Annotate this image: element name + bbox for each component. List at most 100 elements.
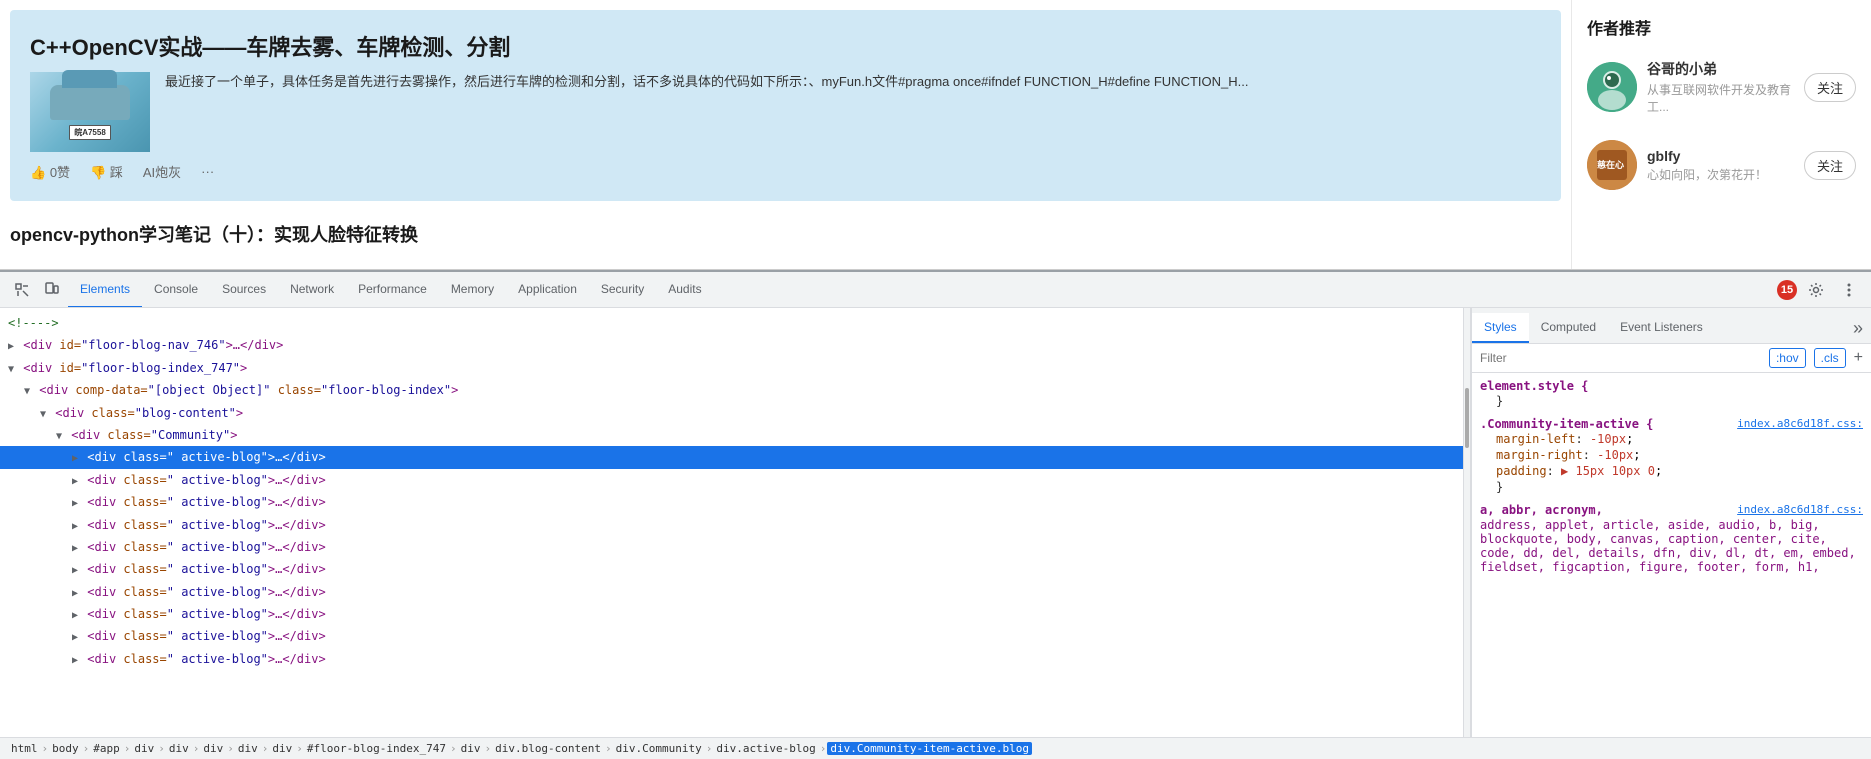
tab-memory[interactable]: Memory xyxy=(439,272,506,307)
tab-audits[interactable]: Audits xyxy=(656,272,713,307)
dom-scrollbar[interactable] xyxy=(1463,308,1471,737)
bc-blog-content[interactable]: div.blog-content xyxy=(492,742,604,755)
dom-line-nav[interactable]: ▶ <div id="floor-blog-nav_746">…</div> xyxy=(0,334,1463,356)
bc-div2[interactable]: div xyxy=(166,742,192,755)
devtools-right-controls: 15 xyxy=(1777,276,1863,304)
article-excerpt: 最近接了一个单子，具体任务是首先进行去雾操作，然后进行车牌的检测和分割，话不多说… xyxy=(165,72,1248,93)
follow-btn-0[interactable]: 关注 xyxy=(1804,73,1856,102)
tab-network[interactable]: Network xyxy=(278,272,346,307)
article-card-1[interactable]: C++OpenCV实战——车牌去雾、车牌检测、分割 皖A7558 最近接了一个单… xyxy=(10,10,1561,201)
collapse-ab1[interactable]: ▶ xyxy=(72,476,78,487)
dom-line-active-blog-6[interactable]: ▶ <div class=" active-blog">…</div> xyxy=(0,581,1463,603)
collapse-ab8[interactable]: ▶ xyxy=(72,632,78,643)
collapse-ab6[interactable]: ▶ xyxy=(72,588,78,599)
tab-sources[interactable]: Sources xyxy=(210,272,278,307)
css-source-link-generic[interactable]: index.a8c6d18f.css: xyxy=(1737,503,1863,516)
css-rule-selector-element: element.style { xyxy=(1480,379,1863,393)
dom-panel[interactable]: <!----> ▶ <div id="floor-blog-nav_746">…… xyxy=(0,308,1463,737)
styles-tab-computed[interactable]: Computed xyxy=(1529,313,1608,343)
car-top xyxy=(62,70,117,88)
bc-floor[interactable]: #floor-blog-index_747 xyxy=(304,742,449,755)
more-btn[interactable]: ··· xyxy=(201,164,214,179)
styles-tab-styles[interactable]: Styles xyxy=(1472,313,1529,343)
styles-pseudo-btn[interactable]: :hov xyxy=(1769,348,1806,368)
dom-line-active-blog-4[interactable]: ▶ <div class=" active-blog">…</div> xyxy=(0,536,1463,558)
css-prop-padding: padding: ▶ 15px 10px 0; xyxy=(1480,463,1863,479)
css-rule-close-community: } xyxy=(1480,479,1863,495)
dom-line-active-blog-3[interactable]: ▶ <div class=" active-blog">…</div> xyxy=(0,514,1463,536)
car-shape xyxy=(50,85,130,120)
styles-add-btn[interactable]: + xyxy=(1854,349,1863,367)
scrollbar-thumb xyxy=(1465,388,1469,448)
dom-line-active-blog-7[interactable]: ▶ <div class=" active-blog">…</div> xyxy=(0,603,1463,625)
tab-security[interactable]: Security xyxy=(589,272,656,307)
dom-line-comp[interactable]: ▼ <div comp-data="[object Object]" class… xyxy=(0,379,1463,401)
bc-active-blog[interactable]: div.active-blog xyxy=(713,742,818,755)
inspect-element-btn[interactable] xyxy=(8,276,36,304)
styles-tab-event-listeners[interactable]: Event Listeners xyxy=(1608,313,1715,343)
dom-line-index[interactable]: ▼ <div id="floor-blog-index_747"> xyxy=(0,357,1463,379)
collapse-ab7[interactable]: ▶ xyxy=(72,610,78,621)
bc-div3[interactable]: div xyxy=(200,742,226,755)
bc-div5[interactable]: div xyxy=(269,742,295,755)
author-avatar-1: 慈在心 xyxy=(1587,140,1637,190)
collapse-arrow-bc[interactable]: ▼ xyxy=(40,409,46,420)
collapse-ab5[interactable]: ▶ xyxy=(72,565,78,576)
dom-line-active-blog-0[interactable]: ▶ <div class=" active-blog">…</div> xyxy=(0,446,1463,468)
collapse-ab9[interactable]: ▶ xyxy=(72,655,78,666)
styles-cls-btn[interactable]: .cls xyxy=(1814,348,1846,368)
author-card-1: 慈在心 gblfy 心如向阳，次第花开！ 关注 xyxy=(1587,135,1856,195)
styles-filter-input[interactable] xyxy=(1480,351,1761,365)
css-rule-generic-extra: address, applet, article, aside, audio, … xyxy=(1480,517,1863,575)
bc-html[interactable]: html xyxy=(8,742,41,755)
bc-community-item-active[interactable]: div.Community-item-active.blog xyxy=(827,742,1032,755)
collapse-ab3[interactable]: ▶ xyxy=(72,521,78,532)
dom-line-comment[interactable]: <!----> xyxy=(0,312,1463,334)
bc-div1[interactable]: div xyxy=(131,742,157,755)
tab-console[interactable]: Console xyxy=(142,272,210,307)
css-rule-community: .Community-item-active { index.a8c6d18f.… xyxy=(1480,417,1863,495)
bc-app[interactable]: #app xyxy=(90,742,123,755)
bc-div4[interactable]: div xyxy=(235,742,261,755)
more-options-btn[interactable] xyxy=(1835,276,1863,304)
bc-community[interactable]: div.Community xyxy=(613,742,705,755)
collapse-ab4[interactable]: ▶ xyxy=(72,543,78,554)
author-desc-0: 从事互联网软件开发及教育工... xyxy=(1647,81,1794,115)
styles-filter-bar: :hov .cls + xyxy=(1472,344,1871,373)
dom-line-active-blog-1[interactable]: ▶ <div class=" active-blog">…</div> xyxy=(0,469,1463,491)
dom-line-active-blog-9[interactable]: ▶ <div class=" active-blog">…</div> xyxy=(0,648,1463,670)
device-toggle-btn[interactable] xyxy=(38,276,66,304)
tab-elements[interactable]: Elements xyxy=(68,272,142,307)
settings-btn[interactable] xyxy=(1802,276,1830,304)
css-source-link-community[interactable]: index.a8c6d18f.css: xyxy=(1737,417,1863,430)
devtools-panel: Elements Console Sources Network Perform… xyxy=(0,270,1871,759)
collapse-arrow-comm[interactable]: ▼ xyxy=(56,431,62,442)
dom-line-community[interactable]: ▼ <div class="Community"> xyxy=(0,424,1463,446)
dom-line-active-blog-5[interactable]: ▶ <div class=" active-blog">…</div> xyxy=(0,558,1463,580)
tab-application[interactable]: Application xyxy=(506,272,589,307)
bc-div6[interactable]: div xyxy=(458,742,484,755)
article-thumbnail: 皖A7558 xyxy=(30,72,150,152)
collapse-arrow-comp[interactable]: ▼ xyxy=(24,386,30,397)
article-body: 皖A7558 最近接了一个单子，具体任务是首先进行去雾操作，然后进行车牌的检测和… xyxy=(30,72,1541,152)
styles-tab-more[interactable]: » xyxy=(1845,313,1871,343)
breadcrumb: html › body › #app › div › div › div › d… xyxy=(0,737,1871,759)
collapse-arrow[interactable]: ▶ xyxy=(8,341,14,352)
dom-line-active-blog-2[interactable]: ▶ <div class=" active-blog">…</div> xyxy=(0,491,1463,513)
bc-body[interactable]: body xyxy=(49,742,82,755)
collapse-ab2[interactable]: ▶ xyxy=(72,498,78,509)
follow-btn-1[interactable]: 关注 xyxy=(1804,151,1856,180)
like-btn[interactable]: 👍 0赞 xyxy=(30,162,70,181)
author-avatar-0 xyxy=(1587,62,1637,112)
sidebar-title: 作者推荐 xyxy=(1587,15,1856,39)
collapse-arrow-index[interactable]: ▼ xyxy=(8,364,14,375)
svg-text:慈在心: 慈在心 xyxy=(1597,159,1624,170)
dislike-btn[interactable]: 👎 踩 xyxy=(90,162,123,181)
css-prop-margin-right: margin-right: -10px; xyxy=(1480,447,1863,463)
author-desc-1: 心如向阳，次第花开！ xyxy=(1647,166,1794,183)
dom-line-blog-content[interactable]: ▼ <div class="blog-content"> xyxy=(0,402,1463,424)
car-plate: 皖A7558 xyxy=(69,125,111,140)
tab-performance[interactable]: Performance xyxy=(346,272,439,307)
main-content: C++OpenCV实战——车牌去雾、车牌检测、分割 皖A7558 最近接了一个单… xyxy=(0,0,1571,269)
dom-line-active-blog-8[interactable]: ▶ <div class=" active-blog">…</div> xyxy=(0,625,1463,647)
